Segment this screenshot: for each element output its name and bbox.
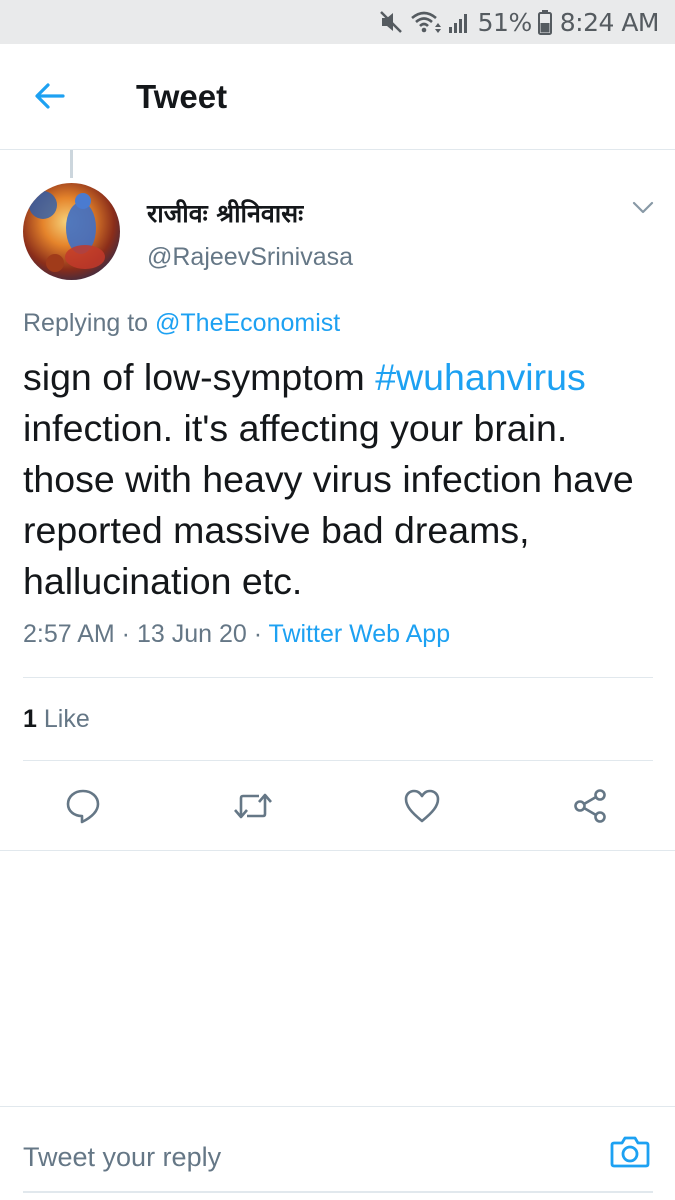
likes-summary[interactable]: 1 Like (23, 705, 90, 734)
status-bar-right: 51% 8:24 AM (378, 0, 660, 44)
author-handle[interactable]: @RajeevSrinivasa (147, 243, 353, 272)
divider (23, 760, 653, 761)
tweet-options-button[interactable] (628, 198, 658, 222)
status-bar: 51% 8:24 AM (0, 0, 675, 44)
tweet-text-start: sign of low-symptom (23, 356, 376, 398)
replying-to-mention[interactable]: @TheEconomist (155, 309, 340, 337)
tweet-source-link[interactable]: Twitter Web App (269, 620, 451, 648)
likes-label: Like (43, 705, 90, 733)
retweet-button[interactable] (229, 784, 277, 832)
signal-icon (448, 10, 472, 34)
share-button[interactable] (566, 784, 614, 832)
like-button[interactable] (398, 784, 446, 832)
tweet-date: 13 Jun 20 (136, 620, 247, 648)
camera-button[interactable] (608, 1133, 652, 1173)
author-display-name[interactable]: राजीवः श्रीनिवासः (147, 196, 303, 230)
tweet-text-end: infection. it's affecting your brain. th… (23, 407, 634, 602)
arrow-left-icon (34, 82, 66, 115)
avatar[interactable] (23, 183, 120, 280)
mute-icon (378, 9, 404, 35)
replying-prefix: Replying to (23, 309, 149, 337)
share-icon (571, 787, 609, 830)
app-header: Tweet (0, 44, 675, 150)
chevron-down-icon (632, 201, 654, 220)
reply-button[interactable] (59, 784, 107, 832)
hashtag-link[interactable]: #wuhanvirus (375, 356, 586, 398)
meta-separator: · (114, 620, 137, 648)
back-button[interactable] (30, 78, 70, 118)
tweet-actions (0, 780, 675, 836)
reply-input-underline (23, 1191, 653, 1193)
reply-input[interactable] (23, 1135, 583, 1179)
thread-connector (70, 150, 73, 178)
battery-icon (537, 9, 552, 35)
clock: 8:24 AM (559, 7, 660, 37)
meta-separator: · (246, 620, 269, 648)
likes-count: 1 (23, 705, 37, 733)
replying-to: Replying to @TheEconomist (23, 309, 340, 338)
page-title: Tweet (136, 78, 228, 115)
reply-icon (64, 787, 102, 830)
tweet-meta: 2:57 AM · 13 Jun 20 · Twitter Web App (23, 620, 450, 649)
camera-icon (610, 1134, 650, 1173)
section-divider (0, 850, 675, 851)
wifi-icon (410, 9, 442, 35)
tweet-text: sign of low-symptom #wuhanvirus infectio… (23, 352, 663, 607)
tweet-time: 2:57 AM (23, 620, 115, 648)
retweet-icon (231, 788, 275, 829)
battery-percent: 51% (477, 7, 533, 37)
reply-bar (0, 1106, 675, 1200)
divider (23, 677, 653, 678)
heart-icon (403, 788, 441, 829)
